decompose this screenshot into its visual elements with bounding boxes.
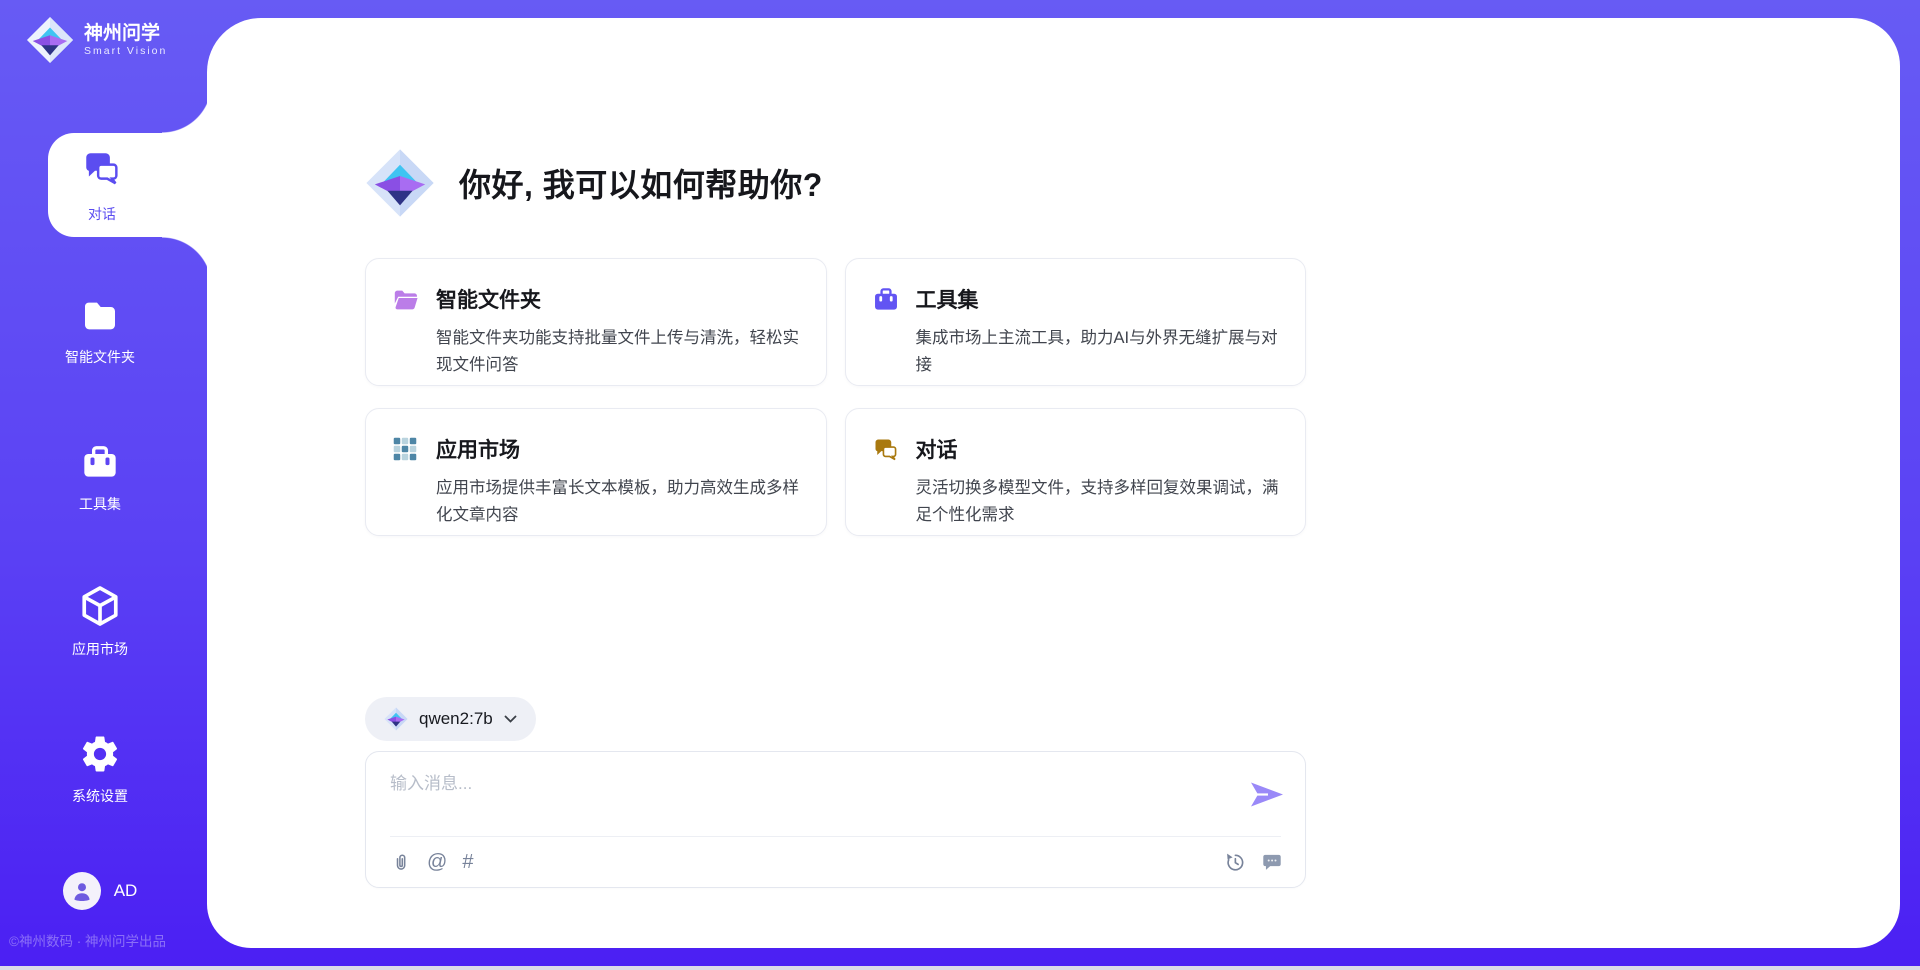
sidebar-item-label: 对话 — [88, 204, 116, 224]
avatar — [63, 872, 101, 910]
chevron-down-icon — [504, 710, 517, 728]
copyright-footer: ©神州数码 · 神州问学出品 — [9, 930, 209, 950]
chat-icon — [81, 148, 123, 195]
brand: 神州问学 Smart Vision — [26, 16, 167, 64]
composer-toolbar: @ # — [390, 837, 1283, 887]
new-chat-button[interactable] — [1261, 851, 1283, 873]
person-icon — [70, 879, 94, 903]
card-description: 应用市场提供丰富长文本模板，助力高效生成多样化文章内容 — [436, 475, 800, 529]
sidebar: 神州问学 Smart Vision 对话 智能文件夹 — [0, 0, 207, 970]
brand-logo-diamond-icon — [26, 16, 74, 64]
card-toolset[interactable]: 工具集 集成市场上主流工具，助力AI与外界无缝扩展与对接 — [845, 258, 1307, 386]
toolbox-icon — [872, 284, 900, 385]
sidebar-item-label: 系统设置 — [72, 786, 128, 806]
at-icon: @ — [427, 852, 447, 872]
brand-name: 神州问学 — [84, 23, 167, 46]
card-title: 对话 — [916, 434, 1280, 464]
card-title: 应用市场 — [436, 434, 800, 464]
sidebar-item-tools[interactable]: 工具集 — [0, 443, 200, 514]
card-description: 智能文件夹功能支持批量文件上传与清洗，轻松实现文件问答 — [436, 325, 800, 379]
user-profile[interactable]: AD — [0, 872, 200, 910]
hash-icon: # — [462, 852, 473, 872]
user-initials: AD — [114, 881, 138, 901]
paperclip-icon — [390, 851, 412, 873]
folder-icon — [79, 296, 121, 336]
sidebar-item-market[interactable]: 应用市场 — [0, 584, 200, 659]
feature-cards: 智能文件夹 智能文件夹功能支持批量文件上传与清洗，轻松实现文件问答 工具集 集成… — [365, 258, 1306, 536]
model-logo-diamond-icon — [384, 707, 408, 731]
folder-open-icon — [392, 284, 420, 385]
message-composer: @ # — [365, 751, 1306, 888]
card-description: 集成市场上主流工具，助力AI与外界无缝扩展与对接 — [916, 325, 1280, 379]
brand-subtitle: Smart Vision — [84, 45, 167, 57]
history-icon — [1224, 851, 1246, 873]
sidebar-item-label: 智能文件夹 — [65, 347, 135, 367]
card-title: 工具集 — [916, 284, 1280, 314]
greeting-text: 你好, 我可以如何帮助你? — [459, 160, 823, 206]
app-grid-icon — [392, 434, 420, 535]
card-app-market[interactable]: 应用市场 应用市场提供丰富长文本模板，助力高效生成多样化文章内容 — [365, 408, 827, 536]
chat-bubbles-icon — [872, 434, 900, 535]
assistant-logo-diamond-icon — [365, 148, 435, 218]
toolbox-icon — [79, 443, 121, 483]
taskbar-edge — [0, 966, 1920, 970]
greeting: 你好, 我可以如何帮助你? — [365, 148, 823, 218]
model-selector[interactable]: qwen2:7b — [365, 697, 536, 741]
mention-button[interactable]: @ — [427, 852, 447, 872]
sidebar-item-chat[interactable]: 对话 — [48, 133, 212, 237]
card-smart-folder[interactable]: 智能文件夹 智能文件夹功能支持批量文件上传与清洗，轻松实现文件问答 — [365, 258, 827, 386]
cube-icon — [78, 584, 122, 628]
sidebar-item-settings[interactable]: 系统设置 — [0, 733, 200, 806]
message-input[interactable] — [390, 769, 1210, 827]
chat-bubble-icon — [1261, 851, 1283, 873]
sidebar-item-label: 应用市场 — [72, 639, 128, 659]
attach-file-button[interactable] — [390, 851, 412, 873]
send-button[interactable] — [1250, 781, 1284, 808]
history-button[interactable] — [1224, 851, 1246, 873]
topic-button[interactable]: # — [462, 852, 473, 872]
sidebar-item-folders[interactable]: 智能文件夹 — [0, 296, 200, 367]
model-name: qwen2:7b — [419, 709, 493, 729]
gear-icon — [79, 733, 121, 775]
sidebar-item-label: 工具集 — [79, 494, 121, 514]
card-description: 灵活切换多模型文件，支持多样回复效果调试，满足个性化需求 — [916, 475, 1280, 529]
send-icon — [1250, 781, 1284, 808]
card-title: 智能文件夹 — [436, 284, 800, 314]
content-area: 你好, 我可以如何帮助你? 智能文件夹 智能文件夹功能支持批量文件上传与清洗，轻… — [365, 0, 1306, 970]
card-chat[interactable]: 对话 灵活切换多模型文件，支持多样回复效果调试，满足个性化需求 — [845, 408, 1307, 536]
